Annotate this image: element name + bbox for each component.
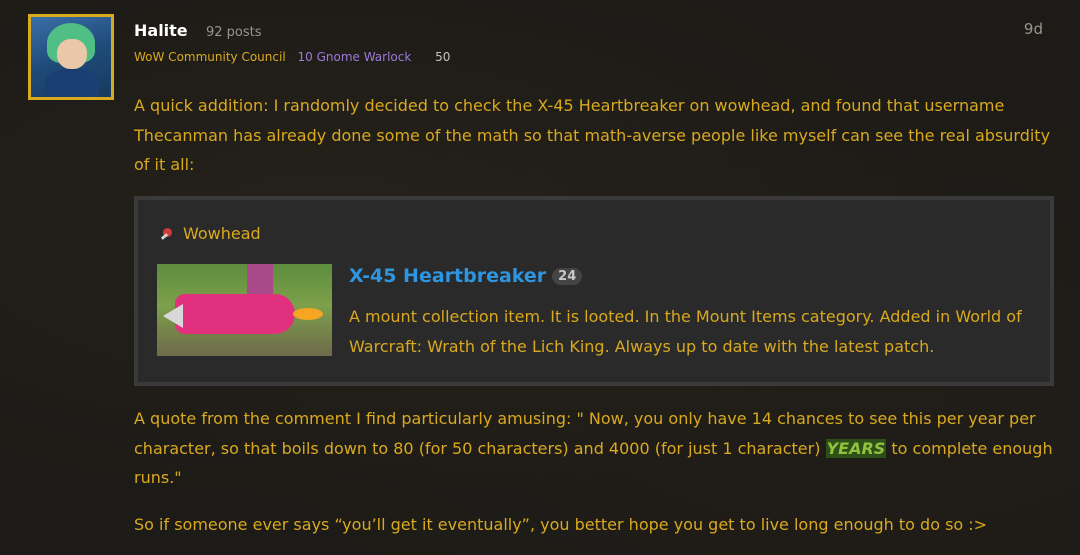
user-avatar[interactable] [28, 14, 114, 100]
link-preview-thumbnail[interactable] [157, 264, 332, 356]
link-preview-title[interactable]: X-45 Heartbreaker [349, 265, 546, 287]
character-info: 10 Gnome Warlock [297, 50, 412, 64]
highlighted-word: YEARS [825, 438, 887, 458]
avatar-body [45, 69, 99, 97]
wowhead-icon [160, 227, 174, 241]
link-preview-source[interactable]: Wowhead [160, 224, 261, 243]
avatar-face [57, 39, 87, 69]
post-paragraph-1: A quick addition: I randomly decided to … [134, 96, 1051, 174]
link-preview-title-row: X-45 Heartbreaker 24 [349, 265, 583, 287]
post-count: 92 posts [206, 25, 262, 40]
thumbnail-flame [293, 308, 323, 320]
user-flair-row: WoW Community Council 10 Gnome Warlock 5… [134, 50, 458, 64]
character-level: 50 [435, 50, 451, 64]
thumbnail-drill [163, 304, 183, 328]
post-paragraph-3: So if someone ever says “you’ll get it e… [134, 515, 988, 534]
thumbnail-rocket [175, 294, 295, 334]
link-preview-card[interactable]: Wowhead X-45 Heartbreaker 24 A mount col… [134, 196, 1054, 386]
link-click-count-badge: 24 [552, 267, 583, 285]
post-date[interactable]: 9d [1024, 20, 1043, 38]
user-group-flair[interactable]: WoW Community Council [134, 50, 286, 64]
post-paragraph-2: A quote from the comment I find particul… [134, 404, 1054, 493]
link-preview-description: A mount collection item. It is looted. I… [349, 307, 1022, 356]
link-preview-source-label: Wowhead [183, 224, 261, 243]
username[interactable]: Halite [134, 21, 188, 40]
